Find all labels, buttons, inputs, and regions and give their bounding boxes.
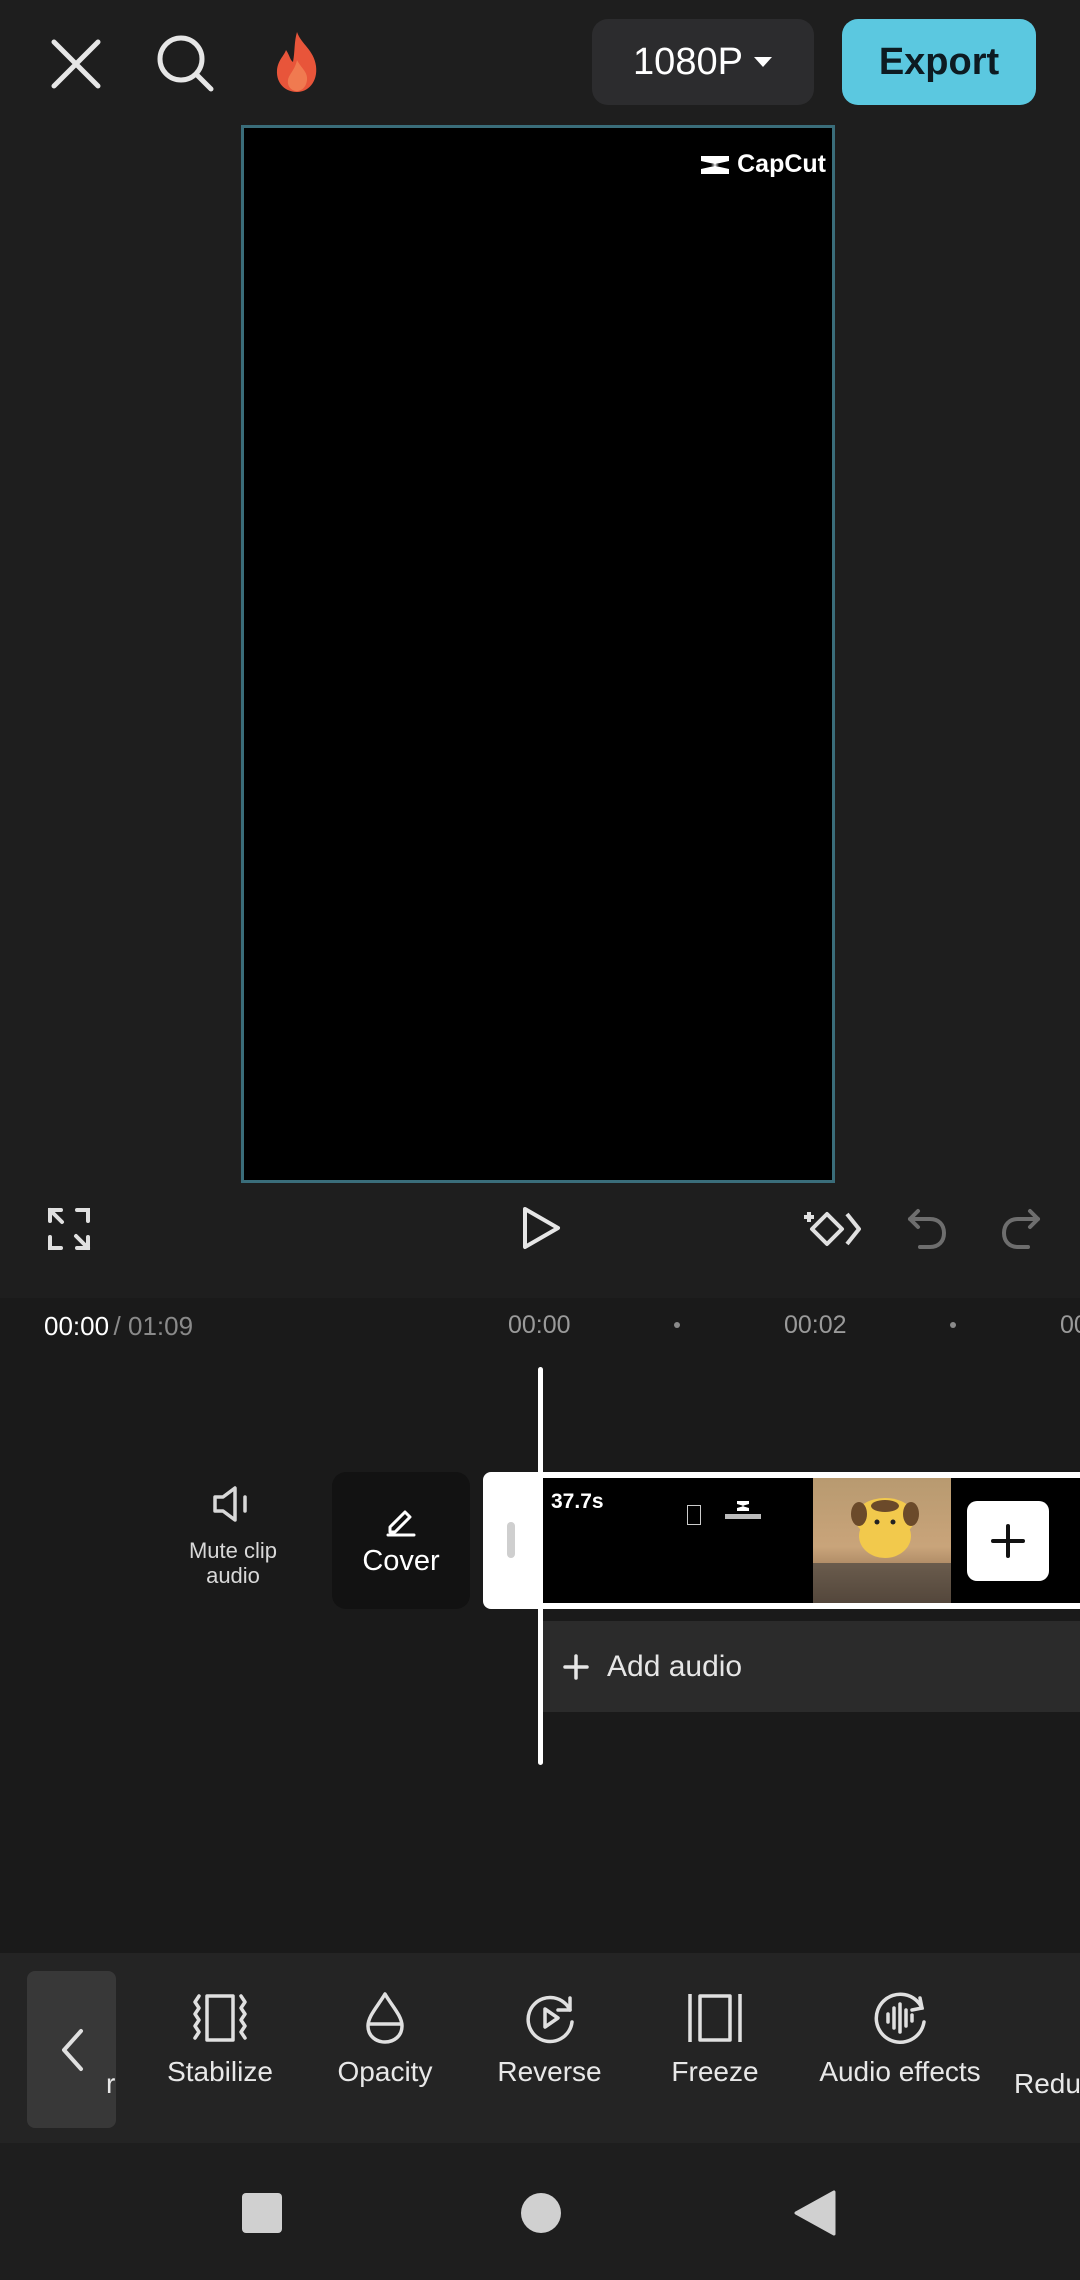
tool-reverse[interactable]: Reverse [487, 1990, 612, 2088]
edit-pencil-icon [386, 1510, 416, 1537]
speaker-icon [213, 1486, 247, 1522]
capcut-logo-icon [701, 155, 730, 174]
stabilize-icon [193, 1994, 247, 2042]
tool-label: Stabilize [167, 2056, 273, 2087]
tool-audio-effects[interactable]: Audio effects [800, 1990, 1000, 2088]
search-icon[interactable] [155, 33, 217, 95]
play-icon[interactable] [520, 1205, 562, 1251]
back-triangle-icon[interactable] [794, 2190, 836, 2241]
toolbar-item-partial-label[interactable]: r [106, 2068, 115, 2100]
undo-icon[interactable] [906, 1207, 948, 1251]
export-label: Export [878, 40, 1000, 83]
cover-button[interactable]: Cover [332, 1472, 470, 1609]
fire-icon[interactable] [268, 30, 326, 94]
fullscreen-icon[interactable] [47, 1207, 91, 1251]
resolution-label: 1080P [633, 40, 743, 83]
total-time: / 01:09 [113, 1311, 194, 1341]
ruler-dot [674, 1322, 680, 1328]
tool-opacity[interactable]: Opacity [325, 1990, 445, 2088]
thumbnail-plush-toy [813, 1478, 951, 1603]
export-button[interactable]: Export [842, 19, 1036, 105]
add-audio-label: Add audio [607, 1649, 743, 1683]
time-readout: 00:00 / 01:09 [44, 1311, 193, 1342]
ruler-dot [950, 1322, 956, 1328]
reverse-icon [525, 1995, 574, 2044]
clip-duration-badge: 37.7s [551, 1490, 604, 1513]
ruler-tick-label: 00:00 [508, 1311, 571, 1339]
add-clip-button[interactable] [967, 1501, 1049, 1581]
ruler-tick-label: 00:02 [784, 1311, 847, 1339]
cover-label: Cover [362, 1545, 440, 1577]
plus-icon [563, 1653, 589, 1680]
thumbnail-mini-ui [687, 1505, 701, 1525]
capcut-watermark: CapCut [699, 150, 826, 179]
resolution-dropdown[interactable]: 1080P [592, 19, 814, 105]
freeze-icon [688, 1994, 742, 2042]
mute-clip-audio-label: Mute clip audio [188, 1538, 278, 1588]
tool-stabilize[interactable]: Stabilize [160, 1990, 280, 2088]
current-time: 00:00 [44, 1311, 110, 1341]
keyframe-add-icon[interactable] [801, 1204, 863, 1254]
watermark-text: CapCut [737, 150, 826, 178]
add-audio-button[interactable]: Add audio [543, 1621, 1080, 1712]
tool-label: Freeze [671, 2056, 759, 2087]
tool-label: Reverse [497, 2056, 602, 2087]
audio-effects-icon [874, 1992, 926, 2044]
mini-capcut-logo-icon [721, 1500, 765, 1522]
mute-clip-audio-button[interactable]: Mute clip audio [170, 1484, 296, 1588]
video-preview[interactable]: CapCut [241, 125, 835, 1183]
tool-reduce-noise[interactable]: Redu [1014, 2068, 1080, 2100]
home-circle-icon[interactable] [521, 2193, 561, 2233]
tool-label: Redu [1014, 2068, 1080, 2099]
redo-icon[interactable] [1000, 1207, 1042, 1251]
close-icon[interactable] [48, 36, 104, 92]
opacity-icon [366, 1992, 404, 2044]
recents-square-icon[interactable] [242, 2193, 282, 2233]
chevron-left-icon [61, 2028, 83, 2071]
ruler-tick-label: 00 [1060, 1311, 1080, 1339]
tool-label: Opacity [337, 2056, 433, 2087]
playhead[interactable] [538, 1367, 543, 1765]
caret-down-icon [753, 57, 772, 67]
tool-freeze[interactable]: Freeze [655, 1990, 775, 2088]
toolbar-back-button[interactable] [27, 1971, 116, 2128]
plus-icon [991, 1524, 1025, 1558]
tool-label: Audio effects [819, 2056, 981, 2087]
clip-trim-handle[interactable] [507, 1522, 515, 1558]
